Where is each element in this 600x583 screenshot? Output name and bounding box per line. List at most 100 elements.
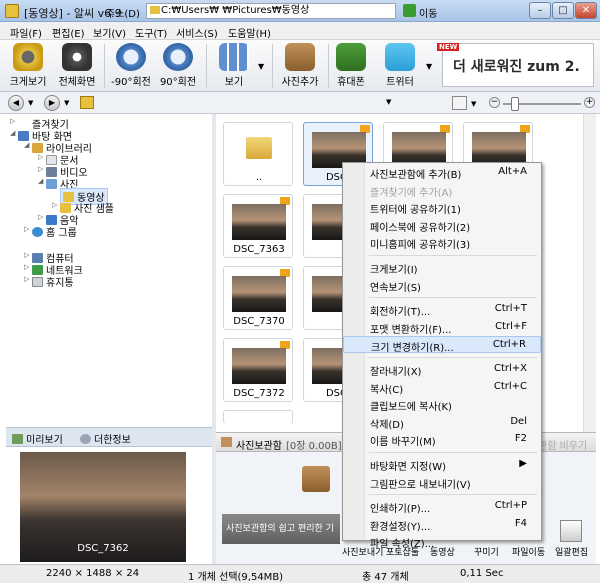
context-menu-item-label: 연속보기(S) — [370, 282, 421, 294]
thumbnail-image — [232, 348, 286, 384]
context-menu-item[interactable]: 삭제(D) Del — [343, 414, 541, 431]
context-menu-item-label: 미니홈피에 공유하기(3) — [370, 240, 471, 252]
context-menu-item-label: 파일 속성(Z)... — [370, 539, 435, 551]
address-dropdown-icon[interactable]: ▼ — [386, 98, 391, 106]
address-input[interactable]: C:₩Users₩ ₩Pictures₩동영상 — [146, 3, 396, 19]
context-menu-item[interactable]: 연속보기(S) — [343, 277, 541, 294]
tree-item-homegroup[interactable]: ▷ 홈 그룹 — [24, 224, 77, 239]
view-large-button[interactable]: 크게보기 — [6, 43, 50, 88]
context-menu-separator — [369, 357, 537, 358]
thumbnail-scrollbar[interactable] — [583, 114, 596, 432]
context-menu-item-label: 인쇄하기(P)... — [370, 504, 431, 516]
context-menu-item[interactable]: 잘라내기(X) Ctrl+X — [343, 361, 541, 378]
context-menu-item[interactable]: 바탕화면 지정(W) ▶ — [343, 456, 541, 473]
thumbnail-item[interactable]: DSC_7363 — [223, 194, 293, 258]
context-menu-item[interactable]: 크기 변경하기(R)... Ctrl+R — [343, 336, 541, 355]
context-menu-shortcut: F2 — [514, 433, 527, 445]
go-arrow-icon[interactable] — [403, 4, 416, 17]
empty-album-button[interactable]: 관함 비우기 — [538, 437, 587, 452]
context-menu-item[interactable]: 클립보드에 복사(K) — [343, 396, 541, 413]
back-arrow-icon[interactable]: ◀ — [8, 95, 24, 111]
maximize-button[interactable]: □ — [552, 2, 574, 19]
up-folder-icon[interactable] — [80, 96, 94, 109]
tree-item-recycle-bin[interactable]: ▷ 휴지통 — [24, 274, 74, 289]
batch-edit-button[interactable]: 일괄편집 — [555, 545, 588, 558]
fullscreen-label: 전체화면 — [58, 77, 96, 88]
context-menu-item[interactable]: 페이스북에 공유하기(2) — [343, 217, 541, 234]
context-menu-shortcut: Del — [510, 415, 527, 427]
status-total: 총 47 개체 — [362, 572, 409, 583]
menu-help[interactable]: 도움말(H) — [228, 25, 271, 40]
zum-banner[interactable]: NEW 더 새로워진 zum 2. — [437, 43, 594, 87]
context-menu-item[interactable]: 이름 바꾸기(M) F2 — [343, 431, 541, 448]
menu-edit[interactable]: 편집(E) — [52, 25, 85, 40]
tree-label: 사진 샘플 — [74, 204, 114, 215]
sort-dropdown-icon[interactable]: ▼ — [471, 100, 476, 108]
twitter-button[interactable]: 트위터 — [380, 43, 420, 88]
zoom-out-icon[interactable]: − — [489, 97, 500, 108]
photo-box-icon — [221, 437, 232, 447]
context-menu-item-label: 환경설정(Y)... — [370, 521, 431, 533]
go-button[interactable]: 이동 — [419, 5, 437, 20]
context-menu-item-label: 크기 변경하기(R)... — [371, 343, 454, 355]
rotate-cw-button[interactable]: 90°회전 — [156, 43, 200, 88]
tree-label: 휴지통 — [46, 278, 74, 289]
rotate-ccw-button[interactable]: -90°회전 — [108, 43, 154, 88]
rotate-left-icon — [116, 43, 146, 71]
phone-label: 휴대폰 — [337, 77, 365, 88]
thumbnail-item[interactable]: DSC_7370 — [223, 266, 293, 330]
context-menu-item-label: 그림판으로 내보내기(V) — [370, 479, 471, 491]
status-time: 0,11 Sec — [460, 568, 504, 579]
context-menu-item[interactable]: 미니홈피에 공유하기(3) — [343, 234, 541, 251]
twitter-dropdown-arrow-icon[interactable]: ▼ — [426, 62, 432, 71]
tab-preview[interactable]: 미리보기 — [12, 431, 63, 446]
view-mode-button[interactable]: 보기 — [212, 43, 256, 88]
status-bar: 2240 × 1488 × 24 1 개체 선택(9,54MB) 총 47 개체… — [0, 564, 600, 583]
forward-arrow-icon[interactable]: ▶ — [44, 95, 60, 111]
context-menu-shortcut: ▶ — [519, 458, 527, 469]
context-menu-item[interactable]: 포맷 변환하기(F)... Ctrl+F — [343, 319, 541, 336]
zoom-slider-handle[interactable] — [511, 97, 519, 111]
context-menu-item-label: 잘라내기(X) — [370, 367, 422, 378]
context-menu-item[interactable]: 복사(C) Ctrl+C — [343, 379, 541, 396]
context-menu-shortcut: F4 — [514, 517, 527, 529]
menu-service[interactable]: 서비스(S) — [176, 25, 218, 40]
status-selection: 1 개체 선택(9,54MB) — [188, 572, 284, 583]
menu-view[interactable]: 보기(V) — [93, 25, 126, 40]
zoom-in-icon[interactable]: + — [584, 97, 595, 108]
context-menu-item[interactable]: 트위터에 공유하기(1) — [343, 199, 541, 216]
context-menu-item[interactable]: 환경설정(Y)... F4 — [343, 516, 541, 533]
context-menu-shortcut: Ctrl+R — [492, 339, 526, 351]
toolbar-divider — [272, 44, 273, 88]
phone-button[interactable]: 휴대폰 — [332, 43, 370, 88]
context-menu-item[interactable]: 그림판으로 내보내기(V) — [343, 474, 541, 491]
context-menu-item[interactable]: 파일 속성(Z)... — [343, 533, 541, 550]
rotate-ccw-label: -90°회전 — [111, 77, 151, 88]
menu-file[interactable]: 파일(F) — [10, 25, 42, 40]
context-menu-item[interactable]: 사진보관함에 추가(B) Alt+A — [343, 164, 541, 181]
add-photo-button[interactable]: 사진추가 — [276, 43, 324, 88]
context-menu-item-label: 클립보드에 복사(K) — [370, 402, 452, 414]
context-menu-item[interactable]: 인쇄하기(P)... Ctrl+P — [343, 498, 541, 515]
thumbnail-parent-folder[interactable]: .. — [223, 122, 293, 186]
thumbnail-item[interactable] — [223, 410, 293, 424]
sort-list-icon[interactable] — [452, 96, 467, 110]
thumbnail-item[interactable]: DSC_7372 — [223, 338, 293, 402]
new-badge: NEW — [437, 43, 460, 51]
add-to-album-icon[interactable] — [302, 466, 330, 492]
context-menu-item[interactable]: 크게보기(I) — [343, 259, 541, 276]
menu-tools[interactable]: 도구(T) — [135, 25, 167, 40]
tab-more-info[interactable]: 더한정보 — [80, 431, 131, 446]
toolbar-divider — [206, 44, 207, 88]
close-button[interactable]: ✕ — [575, 2, 597, 19]
pictures-icon — [46, 179, 57, 189]
fullscreen-button[interactable]: 전체화면 — [54, 43, 100, 88]
context-menu-item-label: 크게보기(I) — [370, 265, 418, 276]
album-info: [0장 0.00B] — [286, 441, 342, 452]
minimize-button[interactable]: – — [529, 2, 551, 19]
context-menu-item[interactable]: 회전하기(T)... Ctrl+T — [343, 301, 541, 318]
view-dropdown-arrow-icon[interactable]: ▼ — [258, 62, 264, 71]
forward-dropdown-icon[interactable]: ▼ — [64, 99, 69, 107]
thumbnail-label: DSC_7370 — [233, 316, 285, 327]
back-dropdown-icon[interactable]: ▼ — [28, 99, 33, 107]
